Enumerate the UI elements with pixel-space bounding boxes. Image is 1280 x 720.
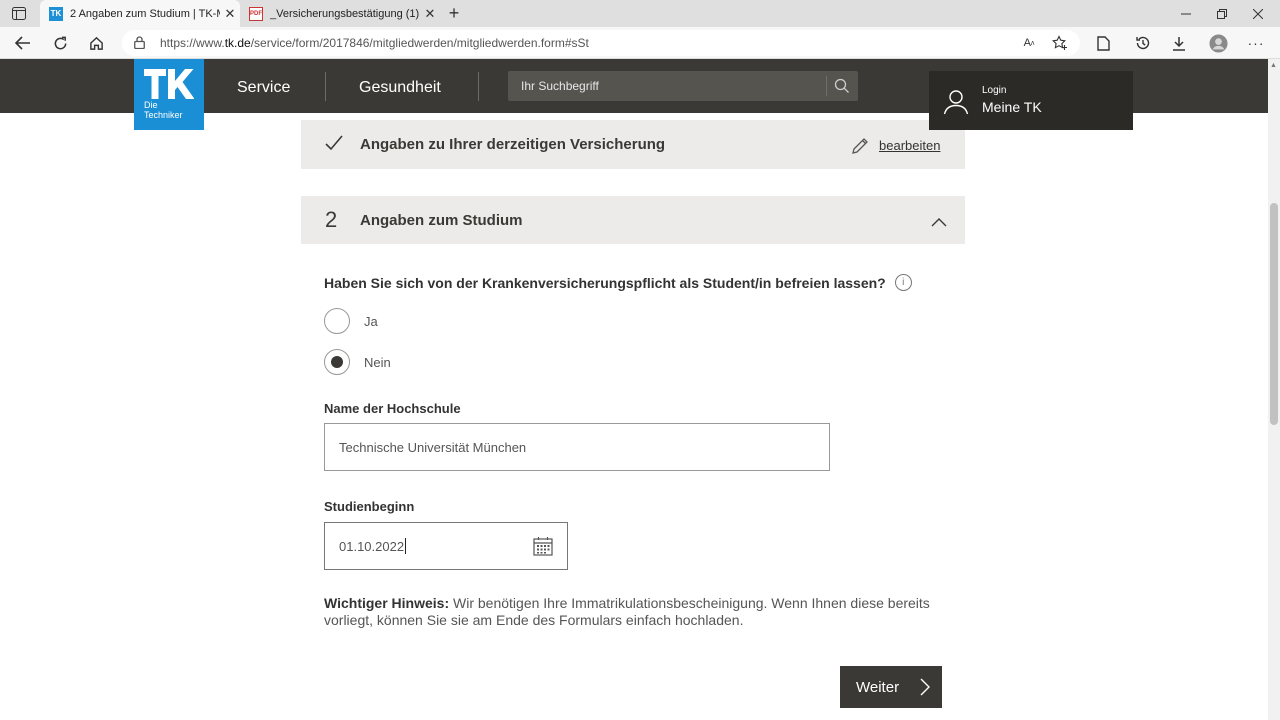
radio-option-nein[interactable]: Nein [324,349,391,375]
tab-title: 2 Angaben zum Studium | TK-Mi [70,7,220,20]
page-scrollbar[interactable]: ▲ [1268,59,1280,720]
nav-gesundheit[interactable]: Gesundheit [359,79,441,97]
nav-service[interactable]: Service [237,79,290,97]
edit-link[interactable]: bearbeiten [879,138,940,153]
info-icon[interactable]: i [894,274,912,291]
search-divider [826,76,827,96]
search-icon[interactable] [834,78,850,99]
radio-nein[interactable] [324,349,350,375]
favorite-icon[interactable] [1051,34,1069,52]
browser-tabstrip: TK 2 Angaben zum Studium | TK-Mi ✕ PDF _… [0,0,1280,27]
scroll-up-icon[interactable]: ▲ [1270,62,1277,69]
section-title: Angaben zu Ihrer derzeitigen Versicherun… [360,136,666,153]
back-icon[interactable] [12,32,34,54]
radio-label[interactable]: Ja [364,314,378,329]
next-button-label: Weiter [856,678,900,696]
login-label: Login [982,85,1007,96]
new-tab-icon[interactable]: + [444,3,464,23]
close-tab-icon[interactable]: ✕ [220,6,240,22]
logo-subtitle: Die Techniker [144,100,183,120]
close-tab-icon[interactable]: ✕ [420,6,440,22]
nav-divider [478,72,479,101]
home-icon[interactable] [85,32,107,54]
user-icon [943,89,969,120]
important-hint: Wichtiger Hinweis: Wir benötigen Ihre Im… [324,595,944,629]
more-menu-icon[interactable]: ··· [1245,32,1267,54]
university-label: Name der Hochschule [324,401,461,416]
form-content: Angaben zu Ihrer derzeitigen Versicherun… [0,113,1268,720]
history-icon[interactable] [1132,32,1154,54]
university-value: Technische Universität München [339,439,527,455]
meine-tk-label: Meine TK [982,99,1042,115]
calendar-icon[interactable] [533,536,553,559]
section-title: Angaben zum Studium [360,212,523,229]
study-start-input[interactable]: 01.10.2022 [324,522,568,570]
site-search[interactable]: Ihr Suchbegriff [508,71,858,101]
hint-title: Wichtiger Hinweis: [324,595,450,611]
scrollbar-thumb[interactable] [1270,203,1278,425]
close-window-icon[interactable] [1240,0,1276,27]
search-input[interactable]: Ihr Suchbegriff [521,79,599,93]
chevron-right-icon [920,678,930,700]
section-study[interactable]: 2 Angaben zum Studium [301,196,965,244]
browser-tab-pdf[interactable]: PDF _Versicherungsbestätigung (1).PD ✕ [240,0,440,27]
url-text[interactable]: https://www.tk.de/service/form/2017846/m… [160,36,589,50]
question-text: Haben Sie sich von der Krankenversicheru… [324,274,886,291]
downloads-icon[interactable] [1168,32,1190,54]
collections-icon[interactable] [1092,32,1114,54]
login-meine-tk[interactable]: Login Meine TK [929,71,1133,130]
checkmark-icon [324,133,344,158]
study-start-label: Studienbeginn [324,499,415,514]
section-number: 2 [325,207,338,232]
university-input[interactable]: Technische Universität München [324,423,830,471]
pdf-favicon-icon: PDF [249,6,263,21]
minimize-icon[interactable] [1168,0,1204,27]
restore-icon[interactable] [1204,0,1240,27]
next-button[interactable]: Weiter [840,666,942,708]
tk-favicon-icon: TK [49,6,63,21]
tk-logo-mark-icon [144,69,194,99]
read-aloud-icon[interactable]: Aʌ [1020,34,1038,52]
pencil-icon [852,138,868,154]
edit-button[interactable]: bearbeiten [851,136,940,155]
exemption-question: Haben Sie sich von der Krankenversicheru… [324,274,912,291]
nav-divider [325,72,326,101]
tk-logo[interactable]: Die Techniker [134,59,204,130]
profile-icon[interactable] [1207,32,1229,54]
reload-icon[interactable] [49,32,71,54]
radio-ja[interactable] [324,308,350,334]
tab-actions-icon[interactable] [10,5,28,21]
address-bar[interactable]: https://www.tk.de/service/form/2017846/m… [122,30,1080,56]
radio-label[interactable]: Nein [364,355,391,370]
browser-toolbar: https://www.tk.de/service/form/2017846/m… [0,27,1280,59]
tab-title: _Versicherungsbestätigung (1).PD [270,7,420,20]
lock-icon[interactable] [134,36,145,54]
browser-tab-active[interactable]: TK 2 Angaben zum Studium | TK-Mi ✕ [40,0,240,27]
chevron-up-icon[interactable] [931,214,947,232]
study-start-value: 01.10.2022 [339,538,405,554]
text-caret [405,538,407,554]
section-current-insurance: Angaben zu Ihrer derzeitigen Versicherun… [301,120,965,169]
radio-option-ja[interactable]: Ja [324,308,378,334]
